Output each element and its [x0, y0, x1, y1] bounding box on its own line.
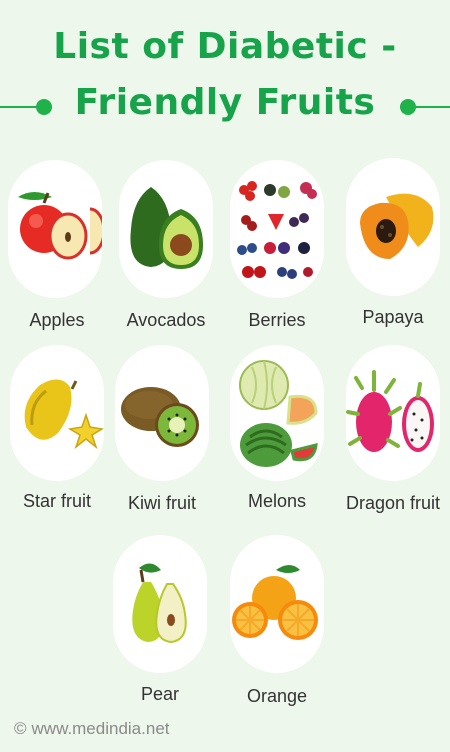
right-divider-dot: [400, 99, 416, 115]
fruit-label-orange: Orange: [246, 686, 308, 706]
star-fruit-icon: [24, 379, 104, 450]
title-line-1: List of Diabetic -: [53, 26, 397, 67]
fruit-label-pear: Pear: [140, 684, 180, 704]
copyright-icon: ©: [14, 719, 27, 738]
fruit-card-berries: [230, 160, 324, 298]
papaya-icon: [360, 193, 434, 259]
fruit-card-orange: [230, 535, 324, 673]
fruit-card-star-fruit: [10, 345, 104, 481]
kiwi-icon: [121, 387, 199, 447]
fruit-label-berries: Berries: [248, 310, 306, 330]
title-line-2: Friendly Fruits: [74, 82, 376, 123]
fruit-label-kiwi-fruit: Kiwi fruit: [127, 493, 196, 513]
fruit-label-melons: Melons: [247, 491, 307, 511]
orange-icon: [232, 565, 318, 640]
left-divider-dot: [36, 99, 52, 115]
fruit-card-melons: [230, 345, 324, 481]
fruit-card-pear: [113, 535, 207, 673]
berries-icon: [237, 181, 317, 279]
fruit-card-avocados: [119, 160, 213, 298]
avocado-icon: [130, 187, 203, 269]
fruit-label-dragon-fruit: Dragon fruit: [345, 493, 441, 513]
dragon-fruit-icon: [346, 370, 434, 452]
fruit-card-apples: [8, 160, 102, 298]
pear-icon: [132, 563, 187, 644]
footer-credit: © www.medindia.net: [14, 719, 170, 739]
fruit-card-kiwi-fruit: [115, 345, 209, 481]
melon-icon: [239, 360, 318, 467]
footer-site: www.medindia.net: [31, 719, 170, 738]
fruit-card-dragon-fruit: [346, 345, 440, 481]
fruit-label-papaya: Papaya: [362, 307, 424, 327]
apple-icon: [18, 192, 102, 260]
fruit-card-papaya: [346, 158, 440, 296]
